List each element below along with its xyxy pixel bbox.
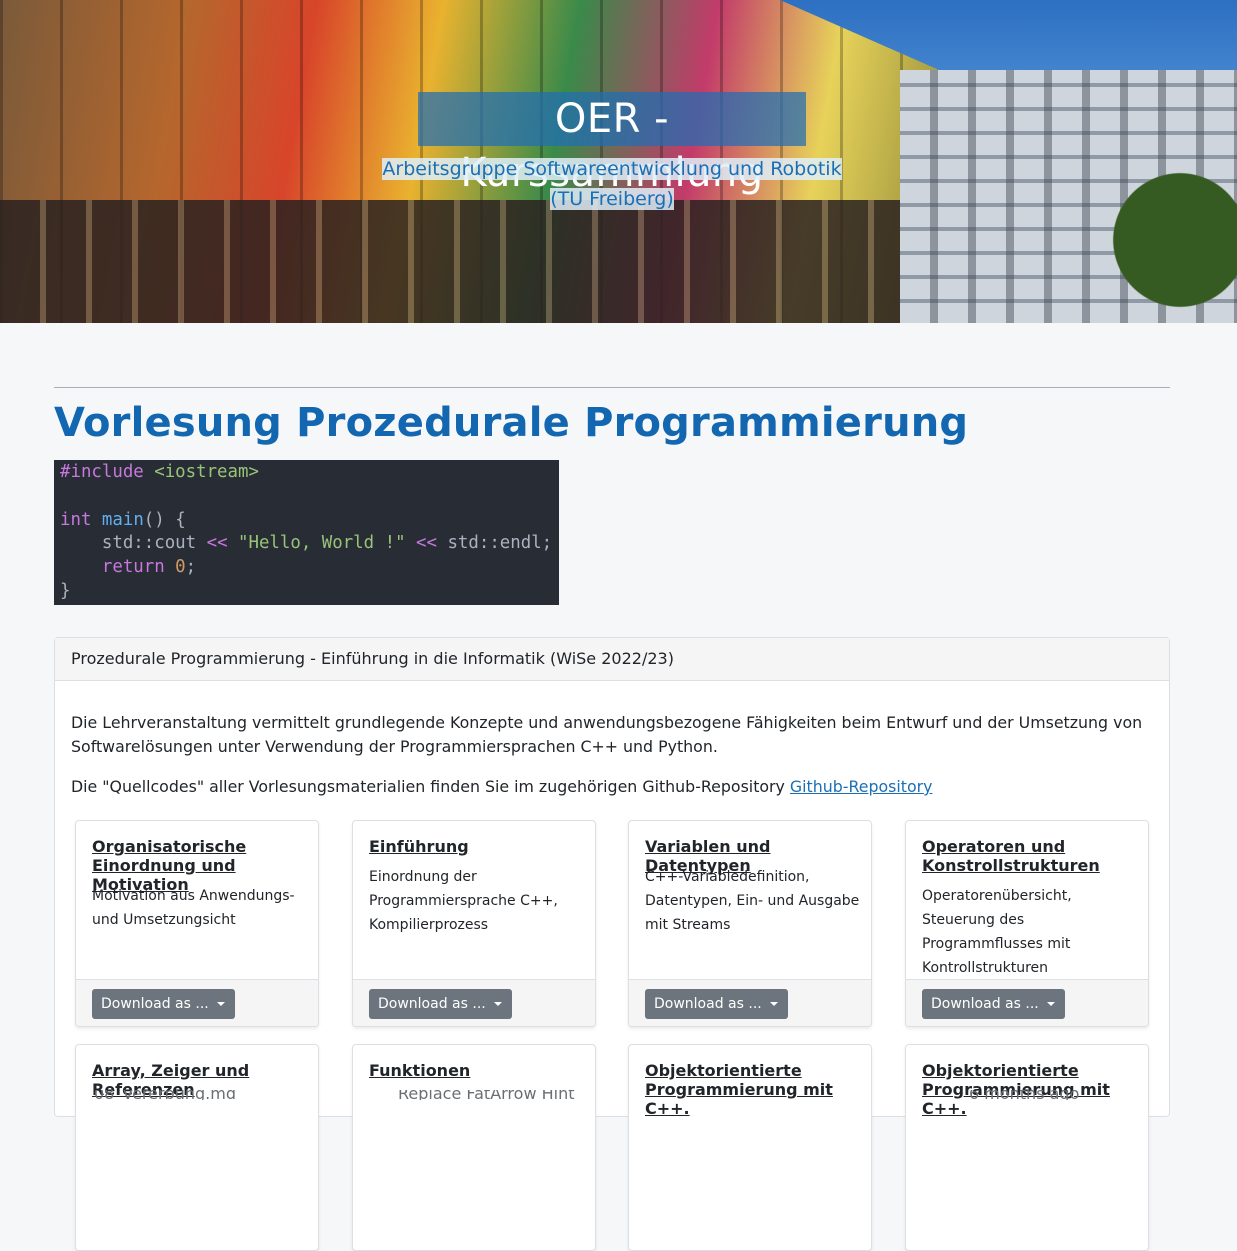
code-operator: << xyxy=(206,533,228,554)
course-repo-text: Die "Quellcodes" aller Vorlesungsmateria… xyxy=(71,777,790,796)
overlay-commit-message: Replace FatArrow Hint xyxy=(398,1090,575,1100)
lecture-card-footer: Download as ... xyxy=(629,979,871,1026)
download-dropdown-button[interactable]: Download as ... xyxy=(92,989,235,1019)
lecture-card: Einführung Einordnung der Programmierspr… xyxy=(352,820,596,1027)
caret-down-icon xyxy=(493,1002,502,1006)
caret-down-icon xyxy=(769,1002,778,1006)
lecture-card-footer: Download as ... xyxy=(353,979,595,1026)
lecture-description: Einordnung der Programmiersprache C++, K… xyxy=(369,869,558,933)
lecture-title-link[interactable]: Operatoren und Konstrollstrukturen xyxy=(922,837,1136,875)
site-title: OER - Kurssammlung xyxy=(418,92,806,196)
site-subtitle: Arbeitsgruppe Softwareentwicklung und Ro… xyxy=(372,154,852,214)
lecture-card: Funktionen xyxy=(352,1044,596,1251)
code-closing-brace: } xyxy=(60,580,71,601)
code-endl: std::endl; xyxy=(436,533,553,554)
download-button-label: Download as ... xyxy=(101,996,209,1012)
section-divider xyxy=(54,387,1170,388)
lecture-card-footer: Download as ... xyxy=(906,979,1148,1026)
hero-image-tree xyxy=(1100,150,1237,323)
lecture-title-link[interactable]: Einführung xyxy=(369,837,583,856)
lecture-card: Organisatorische Einordnung und Motivati… xyxy=(75,820,319,1027)
course-card: Prozedurale Programmierung - Einführung … xyxy=(54,637,1170,1251)
lecture-card: Array, Zeiger und Referenzen xyxy=(75,1044,319,1251)
course-repo-note: Die "Quellcodes" aller Vorlesungsmateria… xyxy=(71,775,1151,799)
code-include-header: <iostream> xyxy=(143,462,259,482)
lecture-card: Objektorientierte Programmierung mit C++… xyxy=(628,1044,872,1251)
hero-banner: OER - Kurssammlung Arbeitsgruppe Softwar… xyxy=(0,0,1237,323)
code-semicolon: ; xyxy=(185,557,197,578)
github-repository-link[interactable]: Github-Repository xyxy=(790,777,933,796)
download-dropdown-button[interactable]: Download as ... xyxy=(369,989,512,1019)
lecture-card: Variablen und Datentypen C++-Variabledef… xyxy=(628,820,872,1027)
download-button-label: Download as ... xyxy=(378,996,486,1012)
code-directive: #include xyxy=(60,462,144,482)
lecture-title-link[interactable]: Funktionen xyxy=(369,1061,583,1080)
caret-down-icon xyxy=(1046,1002,1055,1006)
download-button-label: Download as ... xyxy=(654,996,762,1012)
code-sample: #include <iostream> int main() { std::co… xyxy=(54,460,559,605)
download-button-label: Download as ... xyxy=(931,996,1039,1012)
course-description: Die Lehrveranstaltung vermittelt grundle… xyxy=(71,713,1143,756)
code-string: "Hello, World !" xyxy=(227,533,406,554)
lecture-description: Motivation aus Anwendungs- und Umsetzung… xyxy=(92,888,295,928)
code-type: int xyxy=(60,509,92,530)
code-function-signature: () { xyxy=(143,509,186,530)
overlay-file-strip: 08_Vererbung.md Replace FatArrow Hint 6 … xyxy=(0,1090,1237,1100)
code-function-name: main xyxy=(101,509,144,530)
caret-down-icon xyxy=(216,1002,225,1006)
lecture-card-footer: Download as ... xyxy=(76,979,318,1026)
lecture-card: Objektorientierte Programmierung mit C++… xyxy=(905,1044,1149,1251)
lecture-description: Operatorenübersicht, Steuerung des Progr… xyxy=(922,888,1072,976)
code-cout: std::cout xyxy=(60,533,207,554)
download-dropdown-button[interactable]: Download as ... xyxy=(922,989,1065,1019)
course-card-header: Prozedurale Programmierung - Einführung … xyxy=(55,638,1169,681)
overlay-file-name: 08_Vererbung.md xyxy=(94,1090,236,1100)
download-dropdown-button[interactable]: Download as ... xyxy=(645,989,788,1019)
lecture-description: C++-Variabledefinition, Datentypen, Ein-… xyxy=(645,869,860,933)
site-subtitle-text: Arbeitsgruppe Softwareentwicklung und Ro… xyxy=(382,158,842,210)
lecture-card: Operatoren und Konstrollstrukturen Opera… xyxy=(905,820,1149,1027)
overlay-commit-age: 6 months ago xyxy=(969,1090,1080,1100)
code-number: 0 xyxy=(164,557,186,578)
code-return: return xyxy=(60,557,165,578)
page-title: Vorlesung Prozedurale Programmierung xyxy=(54,400,969,446)
code-operator: << xyxy=(405,533,437,554)
